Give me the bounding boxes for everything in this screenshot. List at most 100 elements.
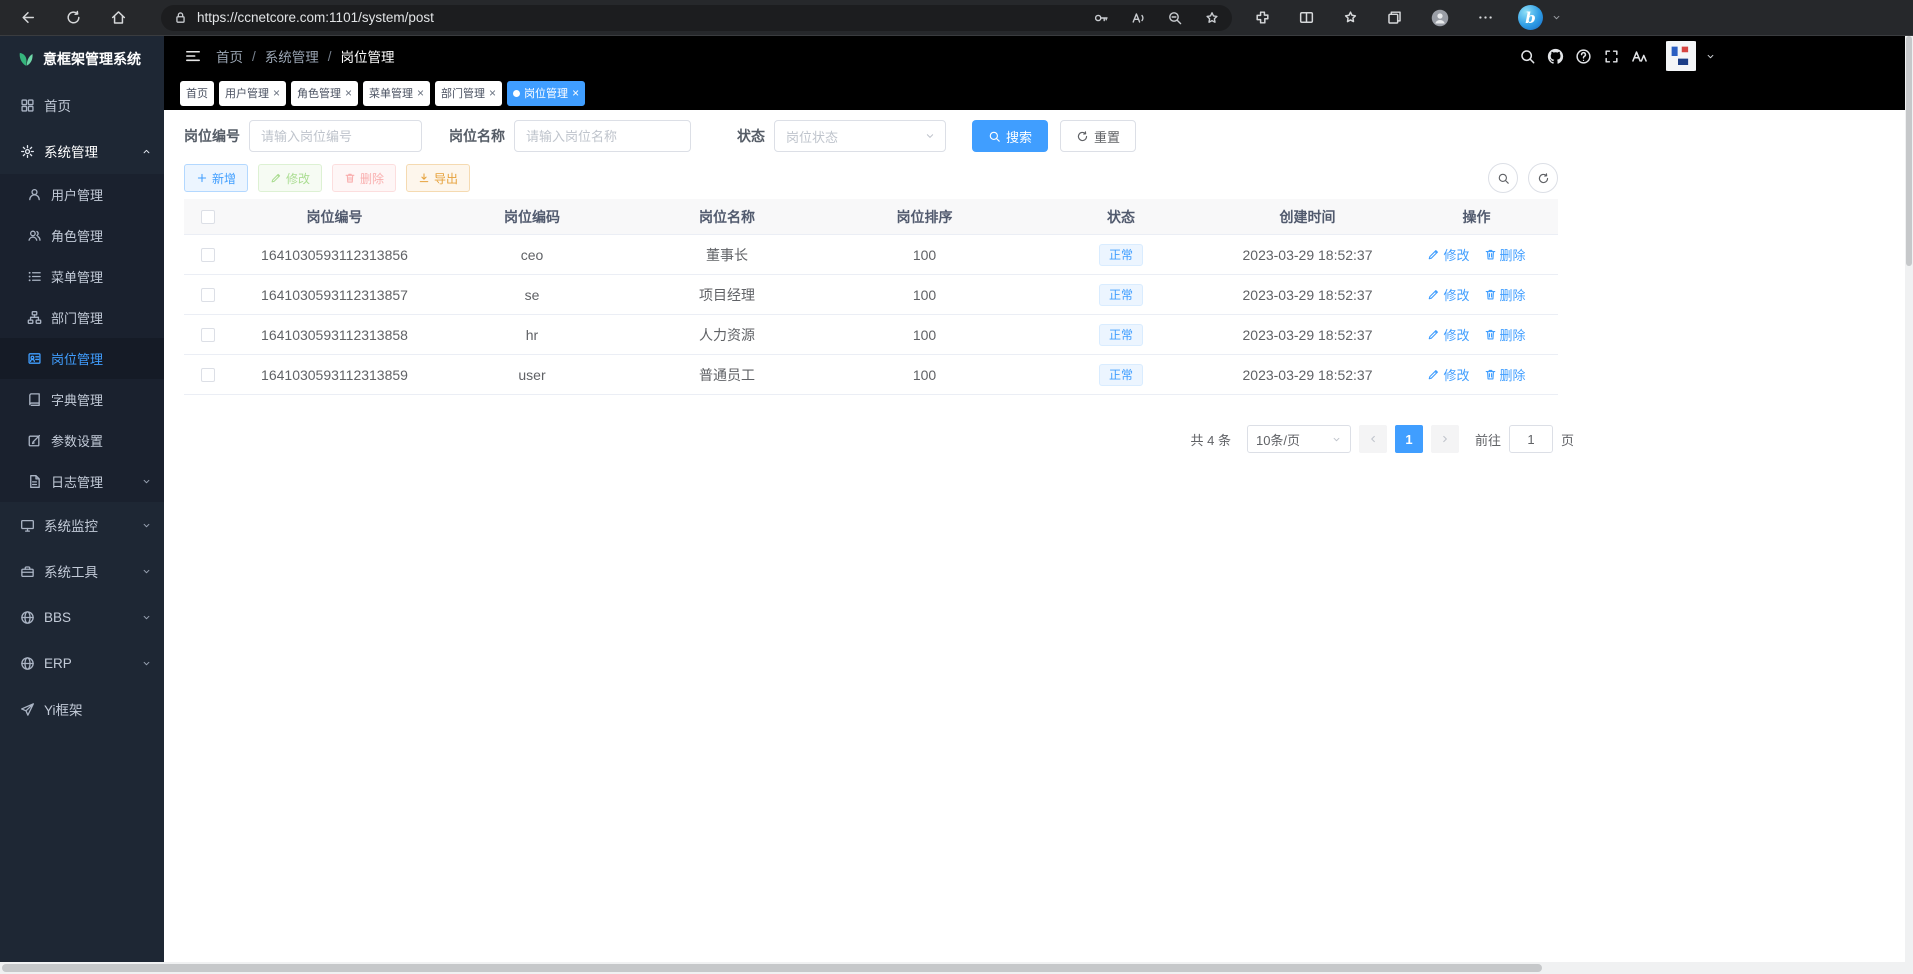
favorites-bar-icon[interactable]	[1342, 9, 1359, 26]
breadcrumb-item[interactable]: 系统管理	[265, 46, 319, 66]
goto-page-input[interactable]	[1509, 425, 1553, 453]
sidebar-item-role-mgmt[interactable]: 角色管理	[0, 215, 164, 256]
reset-button[interactable]: 重置	[1060, 120, 1136, 152]
breadcrumb-item[interactable]: 首页	[216, 46, 243, 66]
close-tab-icon[interactable]: ×	[417, 87, 424, 99]
user-avatar[interactable]	[1664, 41, 1698, 71]
extensions-icon[interactable]	[1254, 9, 1271, 26]
sidebar-item-bbs[interactable]: BBS	[0, 594, 164, 640]
sidebar-item-system-monitor[interactable]: 系统监控	[0, 502, 164, 548]
close-tab-icon[interactable]: ×	[572, 87, 579, 99]
avatar-caret-icon[interactable]	[1705, 51, 1716, 62]
sidebar-item-home[interactable]: 首页	[0, 82, 164, 128]
font-size-icon[interactable]	[1631, 48, 1648, 65]
delete-row-link[interactable]: 删除	[1484, 325, 1526, 344]
zoom-out-icon[interactable]	[1167, 10, 1183, 26]
page-size-select[interactable]: 10条/页	[1247, 425, 1351, 453]
tab-user-mgmt[interactable]: 用户管理×	[219, 81, 286, 106]
home-icon[interactable]	[110, 9, 127, 26]
url-text[interactable]: https://ccnetcore.com:1101/system/post	[197, 10, 1084, 25]
more-icon[interactable]	[1477, 9, 1494, 26]
tab-home[interactable]: 首页	[180, 81, 214, 106]
profile-avatar-icon[interactable]	[1430, 8, 1450, 28]
refresh-table-button[interactable]	[1528, 163, 1558, 193]
sidebar-item-user-mgmt[interactable]: 用户管理	[0, 174, 164, 215]
sidebar-item-post-mgmt[interactable]: 岗位管理	[0, 338, 164, 379]
search-icon	[1497, 172, 1510, 185]
sidebar-item-menu-mgmt[interactable]: 菜单管理	[0, 256, 164, 297]
tab-role-mgmt[interactable]: 角色管理×	[291, 81, 358, 106]
prev-page-button[interactable]	[1359, 425, 1387, 453]
horizontal-scrollbar-thumb[interactable]	[2, 964, 1542, 972]
toggle-search-button[interactable]	[1488, 163, 1518, 193]
page-number-1[interactable]: 1	[1395, 425, 1423, 453]
back-icon[interactable]	[20, 9, 37, 26]
fullscreen-icon[interactable]	[1603, 48, 1620, 65]
browser-menu-caret-icon[interactable]	[1551, 12, 1562, 23]
address-bar[interactable]: https://ccnetcore.com:1101/system/post	[161, 5, 1232, 31]
search-icon	[988, 130, 1001, 143]
edit-row-link[interactable]: 修改	[1427, 325, 1469, 344]
key-icon[interactable]	[1093, 10, 1109, 26]
tab-menu-mgmt[interactable]: 菜单管理×	[363, 81, 430, 106]
sidebar-item-dict-mgmt[interactable]: 字典管理	[0, 379, 164, 420]
search-button[interactable]: 搜索	[972, 120, 1048, 152]
sidebar-item-log-mgmt[interactable]: 日志管理	[0, 461, 164, 502]
edit-row-link-label: 修改	[1443, 245, 1469, 264]
sidebar-item-dept-mgmt[interactable]: 部门管理	[0, 297, 164, 338]
breadcrumb-separator: /	[328, 49, 332, 64]
row-checkbox[interactable]	[201, 288, 215, 302]
add-button[interactable]: 新增	[184, 164, 248, 192]
row-checkbox[interactable]	[201, 328, 215, 342]
delete-row-link[interactable]: 删除	[1484, 365, 1526, 384]
refresh-icon[interactable]	[65, 9, 82, 26]
edit-button[interactable]: 修改	[258, 164, 322, 192]
favorite-add-icon[interactable]	[1204, 10, 1220, 26]
vertical-scrollbar-thumb[interactable]	[1906, 36, 1912, 266]
refresh-icon	[1537, 172, 1550, 185]
chevron-down-icon	[1331, 434, 1342, 445]
post-name-input[interactable]	[514, 120, 691, 152]
vertical-scrollbar[interactable]	[1905, 36, 1913, 962]
github-icon[interactable]	[1547, 48, 1564, 65]
page-size-value: 10条/页	[1256, 430, 1300, 449]
split-screen-icon[interactable]	[1298, 9, 1315, 26]
copilot-bing-icon[interactable]: b	[1518, 5, 1543, 30]
edit-row-link[interactable]: 修改	[1427, 285, 1469, 304]
column-header: 操作	[1395, 207, 1558, 227]
row-checkbox[interactable]	[201, 248, 215, 262]
delete-button[interactable]: 删除	[332, 164, 396, 192]
edit-row-link-label: 修改	[1443, 285, 1469, 304]
read-aloud-icon[interactable]	[1130, 10, 1146, 26]
tab-post-mgmt[interactable]: 岗位管理×	[507, 81, 585, 106]
question-icon[interactable]	[1575, 48, 1592, 65]
sidebar-item-param-settings[interactable]: 参数设置	[0, 420, 164, 461]
close-tab-icon[interactable]: ×	[345, 87, 352, 99]
row-checkbox[interactable]	[201, 368, 215, 382]
delete-row-link[interactable]: 删除	[1484, 245, 1526, 264]
next-page-button[interactable]	[1431, 425, 1459, 453]
export-button[interactable]: 导出	[406, 164, 470, 192]
goto-label: 前往	[1475, 430, 1501, 449]
close-tab-icon[interactable]: ×	[273, 87, 280, 99]
sidebar-item-system-tools[interactable]: 系统工具	[0, 548, 164, 594]
edit-square-icon	[27, 433, 42, 448]
sidebar-item-system-mgmt[interactable]: 系统管理	[0, 128, 164, 174]
refresh-icon	[1076, 130, 1089, 143]
edit-row-link[interactable]: 修改	[1427, 365, 1469, 384]
delete-row-link[interactable]: 删除	[1484, 285, 1526, 304]
sidebar-item-yi-framework[interactable]: Yi框架	[0, 686, 164, 732]
post-code-input[interactable]	[249, 120, 422, 152]
hamburger-icon[interactable]	[184, 47, 202, 65]
trash-icon	[1484, 248, 1497, 261]
tab-dept-mgmt[interactable]: 部门管理×	[435, 81, 502, 106]
search-icon[interactable]	[1519, 48, 1536, 65]
close-tab-icon[interactable]: ×	[489, 87, 496, 99]
edit-row-link[interactable]: 修改	[1427, 245, 1469, 264]
select-all-checkbox[interactable]	[201, 210, 215, 224]
status-select[interactable]: 岗位状态	[774, 120, 946, 152]
horizontal-scrollbar[interactable]	[0, 962, 1913, 974]
sidebar-item-erp[interactable]: ERP	[0, 640, 164, 686]
active-tab-dot	[513, 90, 520, 97]
collections-icon[interactable]	[1386, 9, 1403, 26]
